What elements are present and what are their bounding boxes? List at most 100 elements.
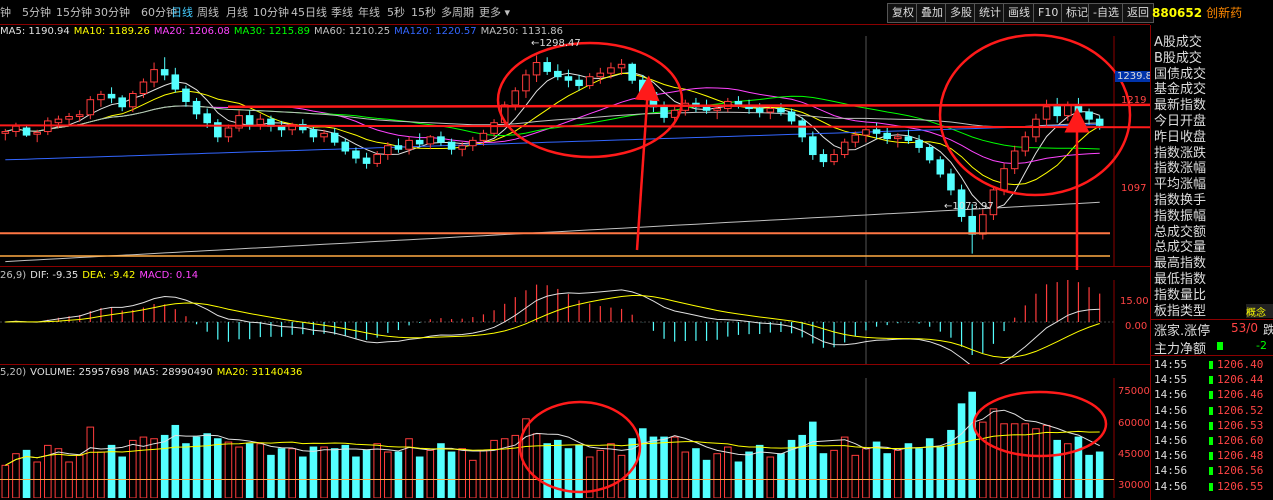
timeframe-tab-9[interactable]: 45日线 bbox=[291, 4, 327, 20]
candle-body bbox=[1074, 104, 1083, 113]
candle-body bbox=[309, 129, 318, 138]
tool-button-7[interactable]: -自选 bbox=[1088, 3, 1124, 23]
tick-time: 14:56 bbox=[1154, 464, 1188, 478]
quote-field-17[interactable]: 板指类型 bbox=[1154, 300, 1206, 319]
candle-body bbox=[288, 123, 296, 131]
candle-body bbox=[872, 129, 881, 134]
candle-body bbox=[617, 63, 626, 69]
candle-body bbox=[511, 90, 520, 106]
candle-body bbox=[713, 108, 721, 111]
timeframe-tab-12[interactable]: 5秒 bbox=[387, 4, 405, 20]
candle-body bbox=[543, 62, 551, 72]
candle-body bbox=[44, 120, 52, 133]
candle-body bbox=[150, 69, 158, 83]
candle-body bbox=[585, 76, 594, 87]
tool-button-3[interactable]: 统计 bbox=[974, 3, 1006, 23]
candle-body bbox=[745, 104, 753, 110]
candle-body bbox=[362, 157, 371, 164]
volume-bar bbox=[224, 441, 233, 498]
candle-body bbox=[1032, 118, 1040, 138]
volume-bar bbox=[745, 451, 753, 498]
candle-body bbox=[171, 74, 180, 90]
vol_legend-item-2: MA5: 28990490 bbox=[133, 367, 213, 378]
timeframe-tab-0[interactable]: 钟 bbox=[0, 4, 11, 20]
volume-bar bbox=[415, 456, 424, 498]
tick-row: 14:56 1206.53 bbox=[1154, 419, 1263, 432]
timeframe-tab-1[interactable]: 5分钟 bbox=[22, 4, 51, 20]
volume-chart[interactable] bbox=[0, 378, 1115, 498]
tool-button-5[interactable]: F10 bbox=[1033, 3, 1064, 23]
tick-row: 14:56 1206.55 bbox=[1154, 480, 1263, 493]
volume-bar bbox=[957, 403, 966, 498]
candle-body bbox=[702, 106, 711, 111]
tool-button-1[interactable]: 叠加 bbox=[916, 3, 948, 23]
timeframe-tab-10[interactable]: 季线 bbox=[331, 4, 353, 20]
macd-label-15: 15.00 bbox=[1120, 296, 1149, 307]
candle-body bbox=[639, 79, 647, 94]
volume-bar bbox=[681, 451, 690, 498]
candle-body bbox=[1010, 150, 1019, 170]
volume-bar bbox=[1095, 451, 1104, 498]
candle-body bbox=[554, 70, 562, 78]
ma-line-ma5 bbox=[5, 71, 1100, 210]
concept-tag[interactable]: 概念 bbox=[1246, 304, 1273, 318]
candle-body bbox=[86, 99, 95, 116]
volume-bar bbox=[883, 453, 891, 498]
price-chart[interactable] bbox=[0, 36, 1115, 266]
volume-bar bbox=[299, 456, 307, 498]
candle-body bbox=[320, 132, 328, 138]
candle-body bbox=[628, 63, 636, 81]
tool-button-4[interactable]: 画线 bbox=[1003, 3, 1035, 23]
candle-body bbox=[139, 81, 148, 94]
tick-row: 14:55 1206.44 bbox=[1154, 373, 1263, 387]
timeframe-tab-14[interactable]: 多周期 bbox=[441, 4, 474, 20]
ma-line-ma250 bbox=[5, 201, 1100, 263]
candle-body bbox=[787, 111, 796, 122]
timeframe-tab-7[interactable]: 月线 bbox=[226, 4, 248, 20]
candle-body bbox=[54, 118, 63, 124]
candle-body bbox=[341, 141, 350, 152]
timeframe-tab-3[interactable]: 30分钟 bbox=[94, 4, 130, 20]
volume-bar bbox=[649, 436, 658, 498]
volume-bar bbox=[384, 451, 392, 498]
candle-body bbox=[1064, 104, 1072, 117]
price-level-label-top: 1239.8 bbox=[1115, 71, 1154, 82]
tick-marker bbox=[1209, 376, 1213, 385]
candle-body bbox=[1085, 111, 1093, 120]
volume-bar bbox=[1064, 443, 1072, 498]
tick-marker bbox=[1209, 406, 1213, 415]
ma-line-ma30 bbox=[5, 95, 1100, 150]
volume-bar bbox=[267, 454, 275, 498]
tick-time: 14:55 bbox=[1154, 373, 1188, 387]
tick-marker bbox=[1209, 482, 1213, 491]
tool-button-2[interactable]: 多股 bbox=[945, 3, 977, 23]
candle-body bbox=[777, 108, 785, 113]
candle-body bbox=[1, 131, 10, 134]
volume-bar bbox=[713, 453, 721, 498]
timeframe-tab-11[interactable]: 年线 bbox=[358, 4, 380, 20]
tool-button-8[interactable]: 返回 bbox=[1122, 3, 1154, 23]
volume-bar bbox=[150, 438, 158, 498]
volume-bar bbox=[86, 426, 95, 498]
volume-bar bbox=[362, 449, 371, 498]
timeframe-tab-15[interactable]: 更多 ▾ bbox=[479, 4, 510, 20]
macd-chart[interactable] bbox=[0, 280, 1115, 364]
tick-price: 1206.48 bbox=[1217, 449, 1264, 463]
volume-bar bbox=[182, 443, 190, 498]
timeframe-tab-13[interactable]: 15秒 bbox=[411, 4, 436, 20]
candle-body bbox=[192, 100, 201, 115]
vol-ma20-line bbox=[5, 430, 1100, 466]
tick-time: 14:55 bbox=[1154, 358, 1188, 371]
timeframe-tab-2[interactable]: 15分钟 bbox=[56, 4, 92, 20]
volume-bar bbox=[1085, 454, 1093, 498]
tool-button-0[interactable]: 复权 bbox=[887, 3, 919, 23]
timeframe-tab-5[interactable]: 日线 bbox=[171, 4, 193, 20]
timeframe-tab-8[interactable]: 10分钟 bbox=[253, 4, 289, 20]
stock-code: 880652 bbox=[1152, 6, 1203, 20]
timeframe-tab-6[interactable]: 周线 bbox=[197, 4, 219, 20]
price-level-label-mid: 1219 bbox=[1121, 95, 1147, 106]
tick-row: 14:56 1206.56 bbox=[1154, 464, 1263, 478]
volume-bar bbox=[447, 451, 456, 498]
volume-bar bbox=[309, 446, 318, 498]
candle-body bbox=[426, 136, 435, 145]
